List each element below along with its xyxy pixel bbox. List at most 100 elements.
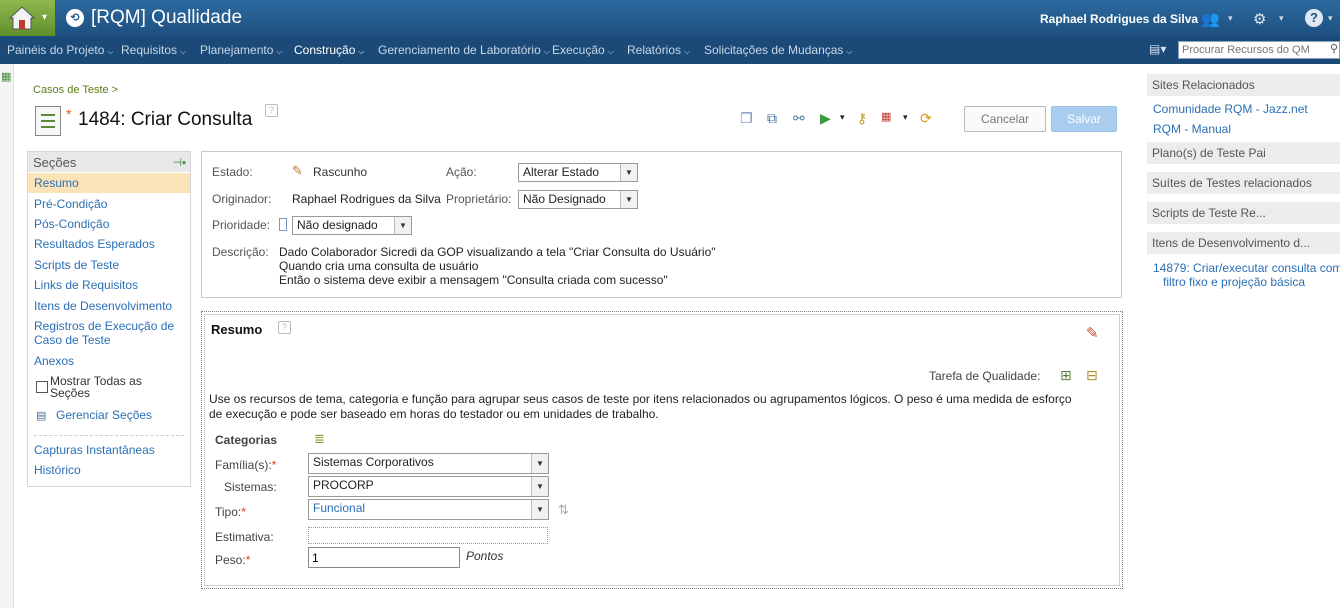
grid-icon[interactable]: ▦ <box>1 70 11 83</box>
originador-label: Originador: <box>212 192 272 206</box>
acao-select[interactable]: Alterar Estado ▼ <box>518 163 638 182</box>
cancel-button[interactable]: Cancelar <box>964 106 1046 132</box>
left-edge-strip: ▦ <box>0 64 14 608</box>
sections-title: Seções <box>33 155 77 170</box>
scripts-header[interactable]: Scripts de Teste Re... <box>1147 202 1340 224</box>
test-case-icon <box>35 106 61 136</box>
proprietario-select[interactable]: Não Designado ▼ <box>518 190 638 209</box>
menu-construcao[interactable]: Construção ⌵ <box>294 43 364 57</box>
user-name[interactable]: Raphael Rodrigues da Silva <box>1040 12 1198 26</box>
peso-label: Peso:* <box>215 553 251 567</box>
categorias-heading: Categorias <box>215 433 278 447</box>
peso-input[interactable] <box>308 547 460 568</box>
lock-icon[interactable]: ⚷ <box>857 110 867 127</box>
pdf-icon[interactable]: ▦ <box>881 110 891 123</box>
manage-sections-link[interactable]: Gerenciar Seções <box>56 408 152 422</box>
peso-unit: Pontos <box>466 549 504 563</box>
estimativa-label: Estimativa: <box>215 530 274 544</box>
section-anexos[interactable]: Anexos <box>34 354 74 368</box>
help-icon[interactable]: ? <box>1305 9 1323 27</box>
help-icon[interactable]: ? <box>265 104 278 117</box>
section-links-requisitos[interactable]: Links de Requisitos <box>34 278 138 292</box>
snapshots-link[interactable]: Capturas Instantâneas <box>34 443 155 457</box>
resource-type-icon[interactable]: ▤▾ <box>1149 42 1166 56</box>
app-logo-icon: ⟲ <box>66 9 84 27</box>
help-icon[interactable]: ? <box>278 321 291 334</box>
categories-icon[interactable]: ≣ <box>314 431 325 447</box>
tipo-select[interactable]: Funcional ▼ <box>308 499 549 520</box>
prioridade-select-value: Não designado <box>297 218 378 232</box>
edit-pencil-icon[interactable]: ✎ <box>1086 324 1099 342</box>
main-menu: Painéis do Projeto ⌵ Requisitos ⌵ Planejam… <box>0 37 1340 64</box>
modified-marker: * <box>66 106 72 122</box>
menu-requisitos[interactable]: Requisitos ⌵ <box>121 43 186 57</box>
priority-flag-icon <box>279 218 287 231</box>
menu-paineis[interactable]: Painéis do Projeto ⌵ <box>7 43 113 57</box>
descricao-text[interactable]: Dado Colaborador Sicredi da GOP visualiz… <box>279 245 716 287</box>
show-all-label: Mostrar Todas as Seções <box>50 374 142 400</box>
link-icon[interactable]: ⚯ <box>793 110 805 127</box>
section-resultados[interactable]: Resultados Esperados <box>34 237 155 251</box>
resumo-line: de execução e pode ser baseado em horas … <box>209 407 659 421</box>
dev-item-line: filtro fixo e projeção básica <box>1163 275 1306 289</box>
familia-select-value: Sistemas Corporativos <box>313 455 434 469</box>
new-task-icon[interactable]: ⊟ <box>1086 367 1098 384</box>
sites-relacionados-header[interactable]: Sites Relacionados <box>1147 74 1340 96</box>
home-button[interactable]: ▾ <box>0 0 56 36</box>
section-resumo[interactable]: Resumo <box>34 176 79 190</box>
duplicate-icon[interactable]: ⧉ <box>767 110 777 127</box>
add-task-icon[interactable]: ⊞ <box>1060 367 1072 384</box>
menu-gerenciamento[interactable]: Gerenciamento de Laboratório ⌵ <box>378 43 550 57</box>
prioridade-select[interactable]: Não designado ▼ <box>292 216 412 235</box>
run-icon[interactable]: ▶ <box>820 110 831 127</box>
copy-icon[interactable]: ❐ <box>740 110 753 127</box>
menu-execucao[interactable]: Execução ⌵ <box>552 43 614 57</box>
plano-teste-header[interactable]: Plano(s) de Teste Pai <box>1147 142 1340 164</box>
resumo-title: Resumo <box>211 322 263 337</box>
users-icon[interactable]: 👥 <box>1201 10 1220 28</box>
chevron-down-icon[interactable]: ▾ <box>1279 13 1284 24</box>
chevron-down-icon[interactable]: ▾ <box>42 12 47 23</box>
history-link[interactable]: Histórico <box>34 463 81 477</box>
manage-sections-icon: ▤ <box>36 410 47 422</box>
chevron-down-icon[interactable]: ▾ <box>1228 13 1233 24</box>
suites-header[interactable]: Suítes de Testes relacionados <box>1147 172 1340 194</box>
estado-label: Estado: <box>212 165 253 179</box>
pin-icon[interactable]: ⊣▪ <box>173 156 186 169</box>
save-button[interactable]: Salvar <box>1051 106 1117 132</box>
dev-item-link[interactable]: 14879: Criar/executar consulta com filtr… <box>1153 261 1340 289</box>
estimativa-input[interactable] <box>308 527 548 544</box>
itens-desenvolvimento-header[interactable]: Itens de Desenvolvimento d... <box>1147 232 1340 254</box>
tarefa-label: Tarefa de Qualidade: <box>929 369 1041 383</box>
sistemas-label: Sistemas: <box>224 480 277 494</box>
menu-planejamento[interactable]: Planejamento ⌵ <box>200 43 282 57</box>
chevron-down-icon[interactable]: ▾ <box>840 112 845 123</box>
chevron-down-icon[interactable]: ▾ <box>903 112 908 123</box>
search-input[interactable] <box>1178 41 1340 59</box>
tipo-label: Tipo:* <box>215 505 246 519</box>
section-registros-execucao[interactable]: Registros de Execução de Caso de Teste <box>34 319 184 347</box>
menu-solicitacoes[interactable]: Solicitações de Mudanças ⌵ <box>704 43 853 57</box>
show-all-checkbox[interactable] <box>36 381 48 393</box>
section-pre-condicao[interactable]: Pré-Condição <box>34 197 107 211</box>
descricao-label: Descrição: <box>212 245 269 259</box>
menu-relatorios[interactable]: Relatórios ⌵ <box>627 43 690 57</box>
chevron-down-icon[interactable]: ▾ <box>1328 13 1333 24</box>
tipo-select-value: Funcional <box>313 501 366 515</box>
sistemas-select[interactable]: PROCORP ▼ <box>308 476 549 497</box>
divider <box>34 435 184 436</box>
site-link-jazz[interactable]: Comunidade RQM - Jazz.net <box>1153 102 1308 116</box>
estado-value: Rascunho <box>313 165 368 179</box>
section-scripts[interactable]: Scripts de Teste <box>34 258 119 272</box>
site-link-manual[interactable]: RQM - Manual <box>1153 122 1231 136</box>
breadcrumb[interactable]: Casos de Teste > <box>33 84 118 96</box>
gear-icon[interactable]: ⚙ <box>1253 10 1266 28</box>
descricao-line: Quando cria uma consulta de usuário <box>279 259 479 273</box>
refresh-icon[interactable]: ⟳ <box>920 110 932 127</box>
sort-icon[interactable]: ⇅ <box>558 502 569 518</box>
familia-select[interactable]: Sistemas Corporativos ▼ <box>308 453 549 474</box>
chevron-down-icon: ▼ <box>531 454 548 473</box>
section-itens-desenvolvimento[interactable]: Itens de Desenvolvimento <box>34 299 172 313</box>
section-pos-condicao[interactable]: Pós-Condição <box>34 217 109 231</box>
search-icon[interactable]: ⚲ <box>1330 42 1338 55</box>
